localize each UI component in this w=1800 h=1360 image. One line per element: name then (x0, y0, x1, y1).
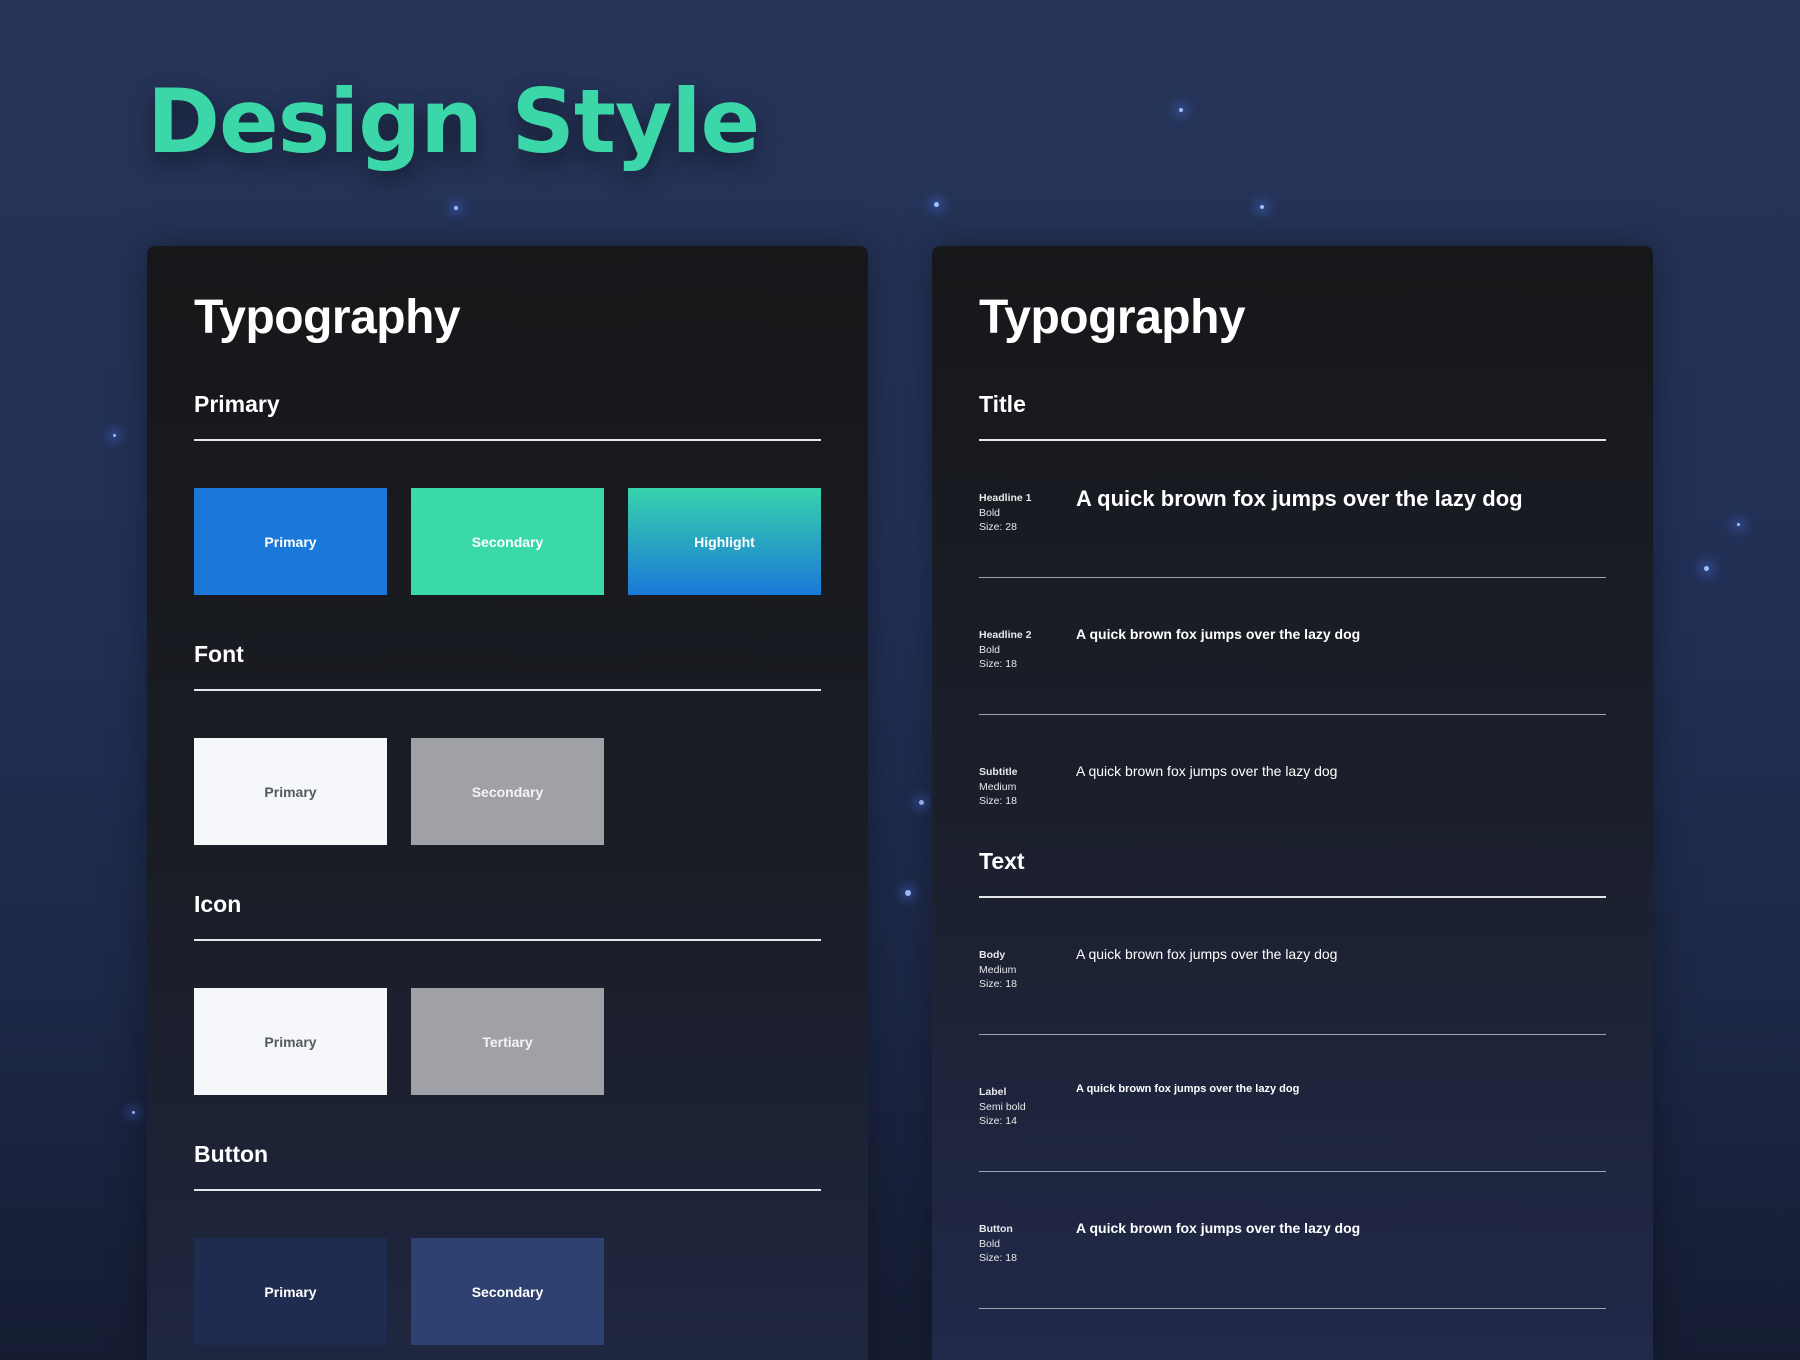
style-weight: Bold (979, 643, 1001, 656)
background-star (1737, 523, 1740, 526)
section-heading: Primary (194, 391, 280, 417)
type-spec-row: Button Bold Size: 18 A quick brown fox j… (979, 1172, 1606, 1309)
type-spec-meta: Headline 2 Bold Size: 18 (979, 628, 1032, 672)
title-styles-section: Title Headline 1 Bold Size: 28 A quick b… (979, 393, 1606, 815)
style-name: Label (979, 1086, 1007, 1098)
style-weight: Semi bold (979, 1100, 1026, 1113)
page-title: Design Style (147, 70, 760, 173)
divider (194, 939, 821, 941)
font-primary-swatch: Primary (194, 738, 387, 845)
section-heading: Icon (194, 891, 242, 917)
style-weight: Bold (979, 506, 1001, 519)
style-weight: Medium (979, 780, 1017, 793)
type-sample: A quick brown fox jumps over the lazy do… (1076, 1083, 1300, 1095)
icon-color-group: Icon Primary Tertiary (194, 893, 821, 1095)
type-spec-row: Body Medium Size: 18 A quick brown fox j… (979, 898, 1606, 1035)
type-spec-row: Subtitle Medium Size: 18 A quick brown f… (979, 715, 1606, 815)
background-star (132, 1111, 135, 1114)
divider (194, 1189, 821, 1191)
type-spec-meta: Headline 1 Bold Size: 28 (979, 491, 1032, 535)
color-palette-panel: Typography Primary Primary Secondary Hig… (147, 246, 868, 1360)
style-name: Headline 2 (979, 629, 1032, 641)
primary-color-swatch: Primary (194, 488, 387, 595)
button-secondary-swatch: Secondary (411, 1238, 604, 1345)
secondary-color-swatch: Secondary (411, 488, 604, 595)
type-spec-row: Headline 2 Bold Size: 18 A quick brown f… (979, 578, 1606, 715)
font-secondary-swatch: Secondary (411, 738, 604, 845)
background-star (905, 890, 911, 896)
type-scale-panel: Typography Title Headline 1 Bold Size: 2… (932, 246, 1653, 1360)
primary-color-group: Primary Primary Secondary Highlight (194, 393, 821, 595)
background-star (1260, 205, 1264, 209)
type-sample: A quick brown fox jumps over the lazy do… (1076, 1220, 1361, 1236)
background-star (454, 206, 458, 210)
section-heading: Title (979, 391, 1026, 417)
style-name: Body (979, 949, 1006, 961)
background-star (919, 800, 924, 805)
button-primary-swatch: Primary (194, 1238, 387, 1345)
type-spec-meta: Button Bold Size: 18 (979, 1222, 1017, 1266)
type-sample: A quick brown fox jumps over the lazy do… (1076, 486, 1523, 511)
style-size: Size: 18 (979, 978, 1017, 990)
type-sample: A quick brown fox jumps over the lazy do… (1076, 763, 1338, 779)
style-size: Size: 18 (979, 658, 1017, 670)
highlight-color-swatch: Highlight (628, 488, 821, 595)
section-heading: Button (194, 1141, 269, 1167)
type-spec-row: Headline 1 Bold Size: 28 A quick brown f… (979, 441, 1606, 578)
style-size: Size: 18 (979, 1252, 1017, 1264)
panel-title: Typography (194, 291, 461, 344)
divider (194, 689, 821, 691)
panel-title: Typography (979, 291, 1246, 344)
background-star (934, 202, 939, 207)
section-heading: Font (194, 641, 244, 667)
style-name: Button (979, 1223, 1013, 1235)
font-color-group: Font Primary Secondary (194, 643, 821, 845)
type-spec-meta: Subtitle Medium Size: 18 (979, 765, 1018, 809)
style-name: Subtitle (979, 766, 1018, 778)
background-star (1179, 108, 1183, 112)
section-heading: Text (979, 848, 1025, 874)
type-sample: A quick brown fox jumps over the lazy do… (1076, 946, 1338, 962)
type-sample: A quick brown fox jumps over the lazy do… (1076, 626, 1361, 642)
style-weight: Medium (979, 963, 1017, 976)
background-star (1704, 566, 1709, 571)
type-spec-row: Label Semi bold Size: 14 A quick brown f… (979, 1035, 1606, 1172)
text-styles-section: Text Body Medium Size: 18 A quick brown … (979, 850, 1606, 1309)
style-name: Headline 1 (979, 492, 1032, 504)
divider (194, 439, 821, 441)
type-spec-meta: Body Medium Size: 18 (979, 948, 1017, 992)
type-spec-meta: Label Semi bold Size: 14 (979, 1085, 1026, 1129)
icon-tertiary-swatch: Tertiary (411, 988, 604, 1095)
icon-primary-swatch: Primary (194, 988, 387, 1095)
style-size: Size: 18 (979, 795, 1017, 807)
style-size: Size: 14 (979, 1115, 1017, 1127)
style-weight: Bold (979, 1237, 1001, 1250)
style-size: Size: 28 (979, 521, 1017, 533)
background-star (113, 434, 116, 437)
button-color-group: Button Primary Secondary (194, 1143, 821, 1345)
